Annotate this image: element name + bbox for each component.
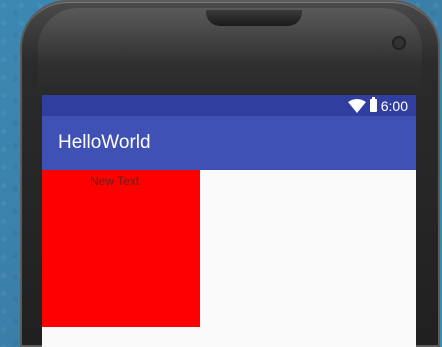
red-view: New Text: [42, 170, 200, 327]
device-screen: 6:00 HelloWorld New Text: [42, 95, 416, 347]
status-time: 6:00: [380, 97, 408, 114]
main-content: New Text: [42, 170, 416, 347]
text-view: New Text: [90, 174, 140, 188]
battery-icon: [369, 97, 377, 112]
app-title: HelloWorld: [58, 132, 151, 153]
wifi-icon: [347, 98, 366, 113]
status-icons: 6:00: [347, 97, 408, 114]
app-bar: HelloWorld: [42, 116, 416, 170]
status-bar: 6:00: [42, 95, 416, 116]
speaker-grille: [206, 10, 302, 26]
front-camera: [392, 36, 406, 50]
